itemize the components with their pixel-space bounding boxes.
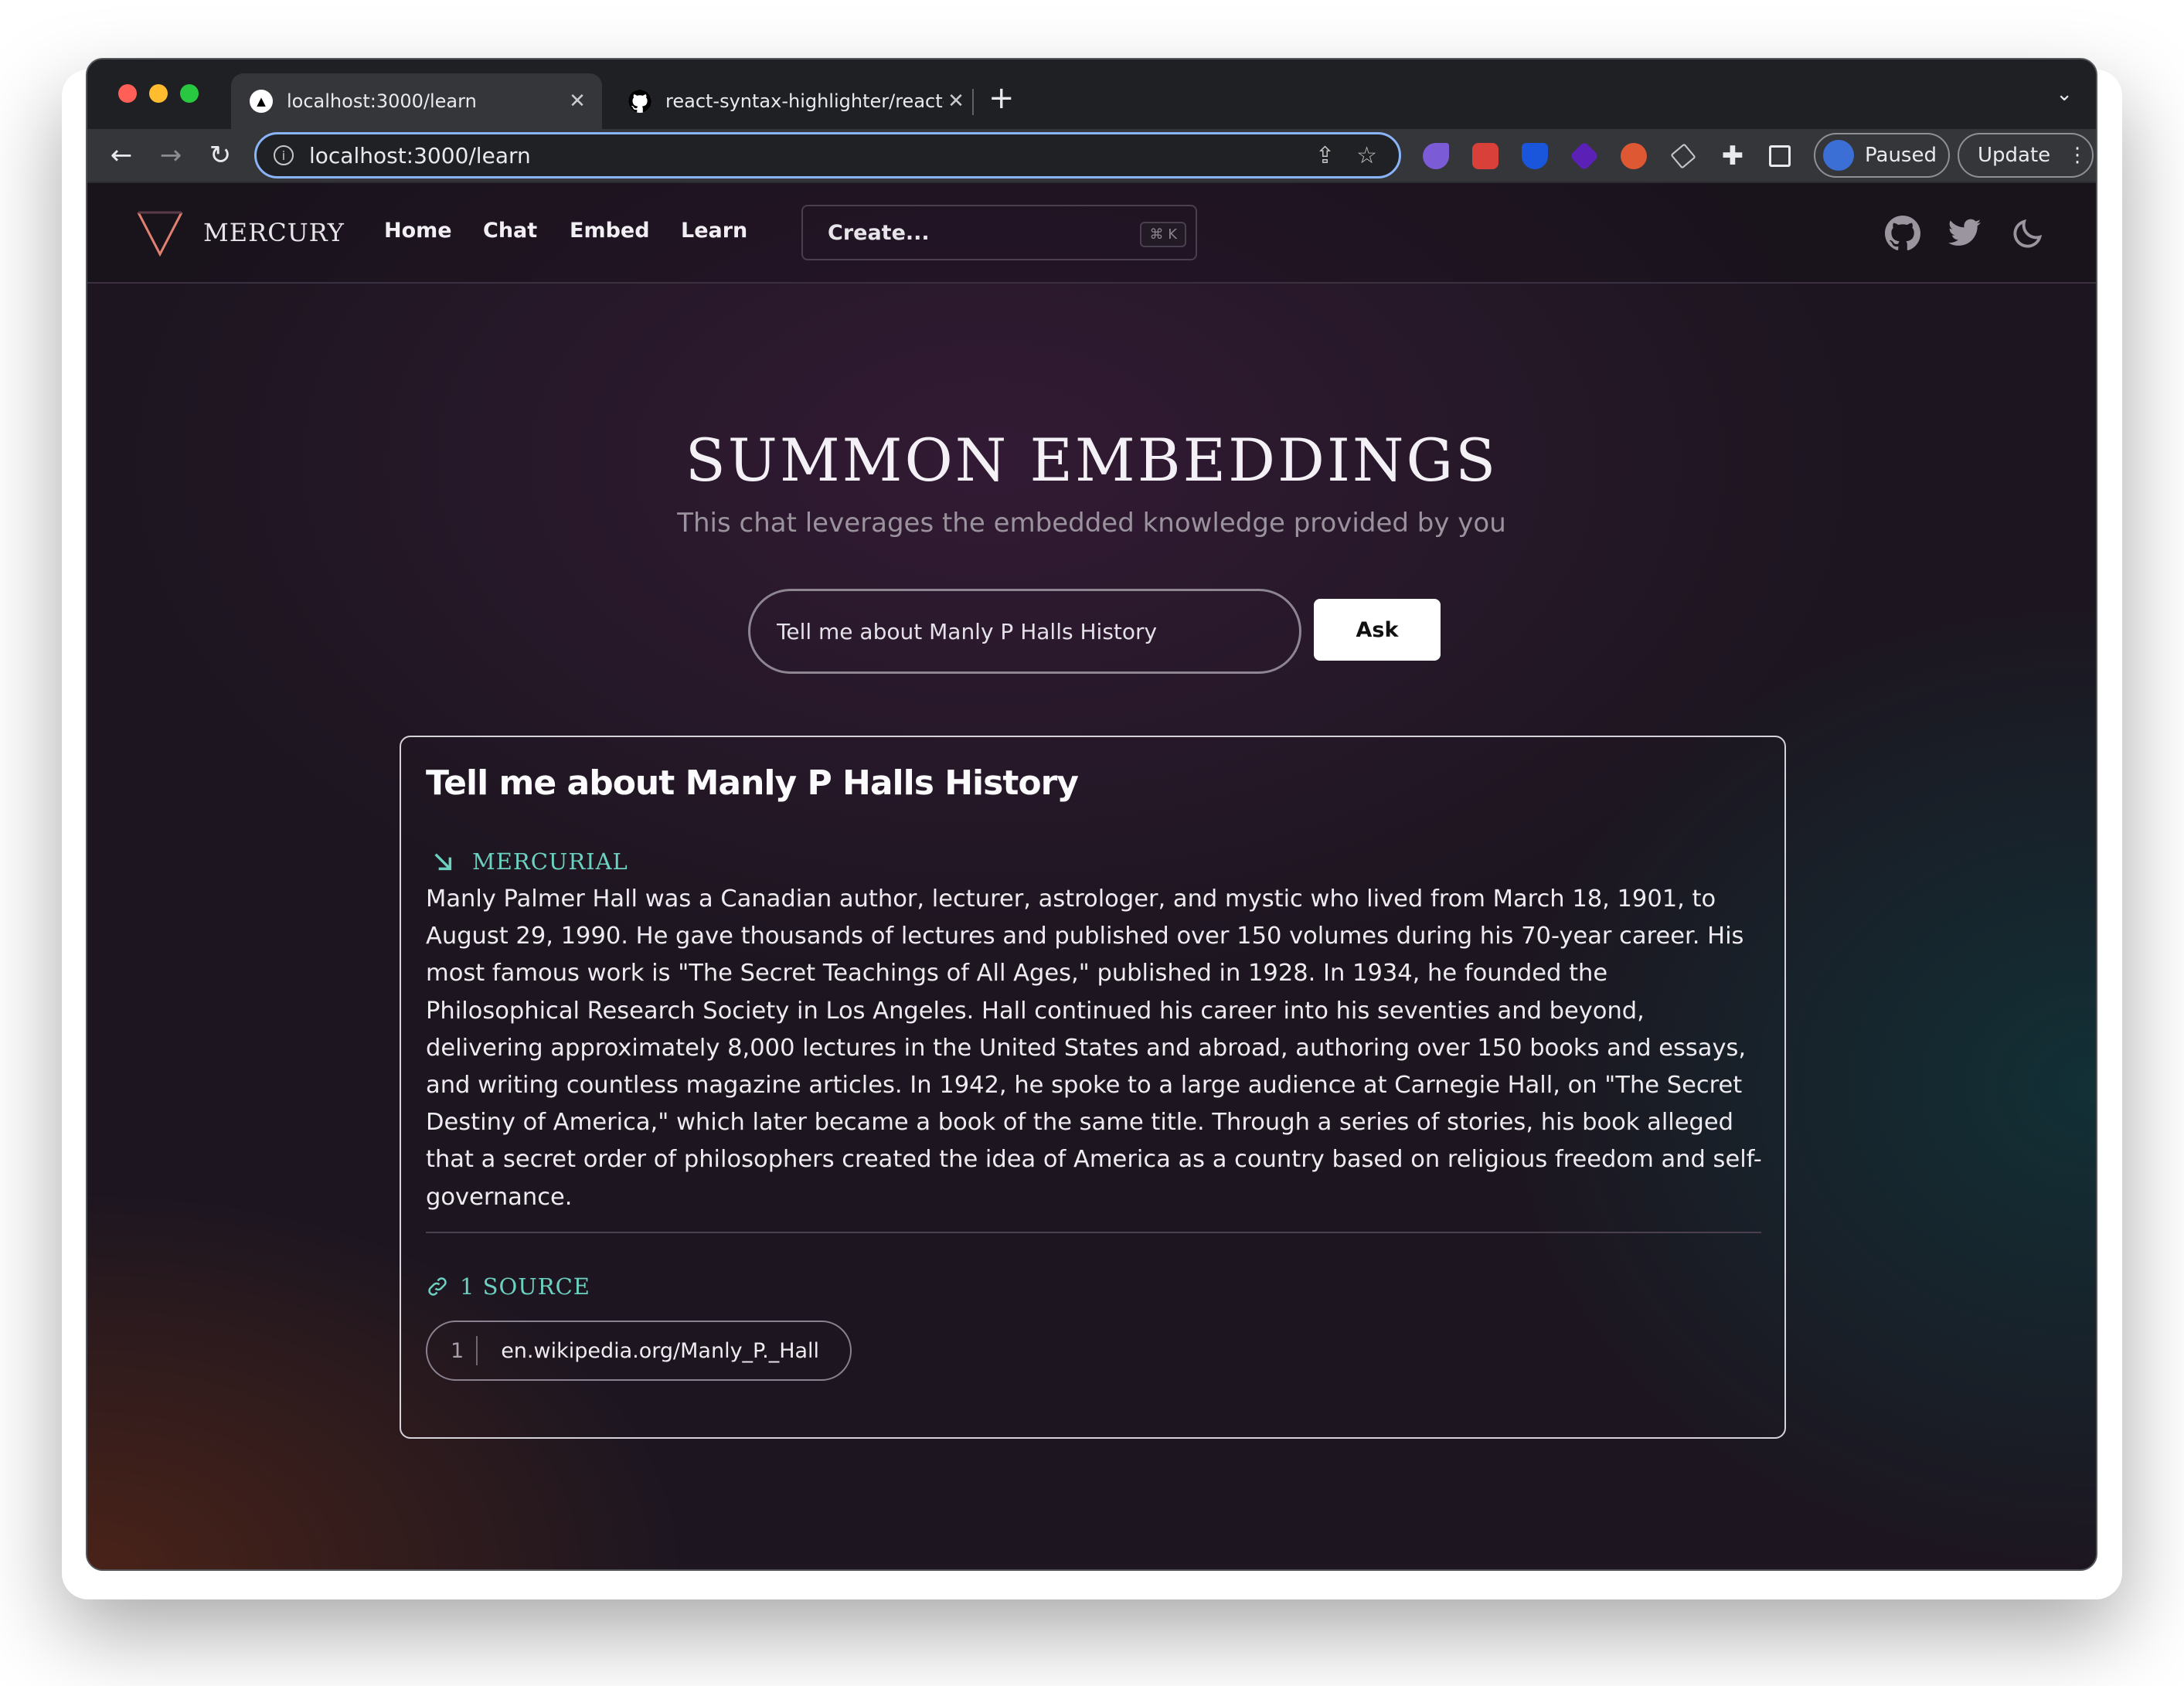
kebab-menu-icon[interactable]: ⋮: [2067, 144, 2087, 167]
tab-title: localhost:3000/learn: [287, 90, 477, 112]
minimize-window-button[interactable]: [149, 84, 168, 103]
browser-toolbar: ← → ↻ i localhost:3000/learn ⇪ ☆ ✚ Pause…: [87, 129, 2096, 183]
page-title: SUMMON EMBEDDINGS: [685, 426, 1499, 495]
source-url: en.wikipedia.org/Manly_P._Hall: [501, 1338, 820, 1363]
link-icon: [428, 1277, 447, 1296]
tab-search-chevron-icon[interactable]: ⌄: [2056, 83, 2073, 106]
profile-paused-button[interactable]: Paused: [1814, 133, 1950, 178]
extension-4-icon[interactable]: [1569, 141, 1600, 172]
github-favicon-icon: [628, 90, 651, 113]
browser-window: ▲ localhost:3000/learn ✕ react-syntax-hi…: [86, 58, 2097, 1571]
triangle-favicon-icon: ▲: [250, 90, 273, 113]
forward-arrow-icon[interactable]: →: [152, 137, 189, 174]
brand-name: MERCURY: [203, 218, 345, 247]
triangle-logo-icon: [137, 211, 183, 257]
close-tab-icon[interactable]: ✕: [944, 90, 968, 113]
nav-learn-link[interactable]: Learn: [681, 219, 747, 243]
nav-home-link[interactable]: Home: [384, 219, 452, 243]
nav-chat-link[interactable]: Chat: [483, 219, 537, 243]
address-bar[interactable]: i localhost:3000/learn ⇪ ☆: [254, 132, 1401, 178]
new-tab-plus-icon[interactable]: +: [988, 83, 1015, 114]
tab-localhost[interactable]: ▲ localhost:3000/learn ✕: [231, 73, 602, 129]
share-icon[interactable]: ⇪: [1315, 142, 1335, 169]
command-placeholder: Create...: [828, 220, 930, 245]
brand-logo[interactable]: MERCURY: [134, 206, 345, 259]
top-nav: MERCURY Home Chat Embed Learn Create... …: [87, 183, 2096, 284]
maximize-window-button[interactable]: [180, 84, 199, 103]
agent-name: MERCURIAL: [472, 848, 628, 875]
site-info-icon[interactable]: i: [274, 145, 294, 165]
extension-1-icon[interactable]: [1423, 143, 1449, 169]
sources-count-label: 1 SOURCE: [460, 1273, 590, 1300]
nav-embed-link[interactable]: Embed: [570, 219, 650, 243]
extensions-puzzle-icon[interactable]: ✚: [1720, 143, 1746, 169]
app-page: MERCURY Home Chat Embed Learn Create... …: [87, 183, 2096, 1569]
tab-strip: ▲ localhost:3000/learn ✕ react-syntax-hi…: [87, 59, 2096, 129]
sources-header: 1 SOURCE: [426, 1273, 590, 1300]
bitwarden-shield-icon[interactable]: [1522, 143, 1548, 169]
back-arrow-icon[interactable]: ←: [103, 137, 140, 174]
bookmark-star-icon[interactable]: ☆: [1356, 142, 1377, 169]
tab-title: react-syntax-highlighter/react-: [665, 90, 944, 112]
source-link[interactable]: 1 en.wikipedia.org/Manly_P._Hall: [426, 1321, 852, 1381]
address-url[interactable]: localhost:3000/learn: [309, 143, 1315, 168]
tab-github[interactable]: react-syntax-highlighter/react- ✕: [610, 73, 981, 129]
close-window-button[interactable]: [118, 84, 137, 103]
page-subtitle: This chat leverages the embedded knowled…: [677, 508, 1506, 539]
window-controls: [118, 84, 199, 103]
shortcut-hint: ⌘ K: [1140, 222, 1186, 247]
close-tab-icon[interactable]: ✕: [565, 90, 590, 113]
tab-divider: [972, 89, 974, 115]
pencil-extension-icon[interactable]: [1670, 143, 1696, 169]
answer-question-heading: Tell me about Manly P Halls History: [426, 763, 1079, 803]
card-divider: [426, 1232, 1761, 1233]
command-menu-button[interactable]: Create... ⌘ K: [801, 205, 1197, 260]
source-index: 1: [451, 1336, 478, 1365]
arrow-down-right-icon: [434, 853, 452, 871]
duckduckgo-icon[interactable]: [1621, 143, 1647, 169]
moon-icon[interactable]: [2010, 216, 2046, 251]
ask-button[interactable]: Ask: [1314, 599, 1441, 661]
github-icon[interactable]: [1885, 216, 1920, 251]
reload-icon[interactable]: ↻: [202, 137, 239, 174]
avatar-icon: [1823, 140, 1854, 171]
twitter-icon[interactable]: [1947, 216, 1982, 251]
update-button[interactable]: Update ⋮: [1958, 133, 2094, 178]
profile-status-label: Paused: [1865, 144, 1937, 167]
update-label: Update: [1978, 144, 2051, 167]
agent-label: MERCURIAL: [430, 848, 628, 875]
side-panel-icon[interactable]: [1769, 145, 1791, 167]
answer-card: Tell me about Manly P Halls History MERC…: [400, 736, 1786, 1439]
extension-2-icon[interactable]: [1472, 143, 1499, 169]
question-input[interactable]: [748, 589, 1301, 674]
answer-text: Manly Palmer Hall was a Canadian author,…: [426, 885, 1762, 1211]
